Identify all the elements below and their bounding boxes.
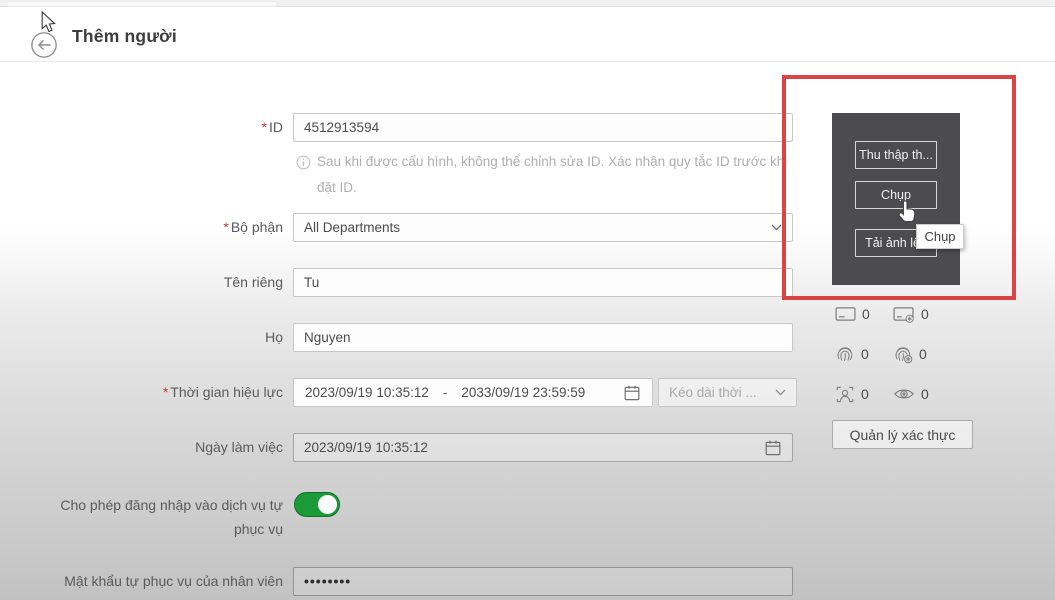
chevron-down-icon (775, 389, 786, 396)
fingerprint-count: 0 (861, 346, 869, 362)
validity-label: * Thời gian hiệu lực (162, 384, 283, 400)
fingerprint-badge-icon (895, 347, 913, 364)
card-count: 0 (862, 306, 870, 322)
top-edge-strip-segment (6, 1, 278, 7)
page-title: Thêm người (72, 26, 177, 46)
capture-tooltip: Chụp (916, 224, 964, 249)
collect-info-button[interactable]: Thu thập th... (855, 141, 937, 169)
fingerprint-badge-count: 0 (919, 346, 927, 362)
password-field[interactable]: •••••••• (293, 567, 793, 596)
department-value: All Departments (304, 220, 401, 235)
id-hint: Sau khi được cấu hình, không thể chỉnh s… (296, 149, 801, 201)
fingerprint-icon (837, 347, 853, 361)
info-icon (296, 155, 311, 170)
card-badge-credential: 0 (893, 306, 963, 323)
toggle-knob (318, 495, 337, 514)
card-badge-count: 0 (921, 306, 929, 322)
validity-end: 2033/09/19 23:59:59 (461, 385, 586, 400)
face-count: 0 (861, 386, 869, 402)
required-mark: * (162, 384, 169, 400)
capture-button[interactable]: Chụp (855, 181, 937, 209)
calendar-icon[interactable] (623, 384, 641, 402)
validity-separator: - (442, 385, 448, 400)
top-edge-strip (0, 0, 1055, 7)
face-capture-icon (836, 386, 854, 402)
card-badge-icon (893, 306, 914, 323)
face-credential: 0 (835, 385, 893, 404)
required-mark: * (261, 119, 267, 135)
department-select[interactable]: All Departments (293, 213, 793, 242)
hire-date-value: 2023/09/19 10:35:12 (304, 440, 428, 455)
department-label: * Bộ phận (223, 219, 283, 235)
photo-capture-panel: Thu thập th... Chụp Tải ảnh lên (832, 113, 960, 285)
fingerprint-badge-credential: 0 (893, 344, 963, 364)
hire-date-label: Ngày làm việc (195, 439, 283, 455)
extend-validity-placeholder: Kéo dài thời ... (669, 385, 757, 400)
last-name-label: Họ (265, 329, 283, 345)
hire-date-field[interactable]: 2023/09/19 10:35:12 (293, 433, 793, 462)
validity-start: 2023/09/19 10:35:12 (305, 385, 429, 400)
add-person-page: Thêm người *ID Sau khi được cấu hình, kh… (0, 0, 1055, 600)
first-name-input[interactable] (293, 268, 793, 297)
self-service-toggle[interactable] (294, 492, 340, 517)
required-mark: * (223, 219, 229, 235)
calendar-icon[interactable] (764, 439, 782, 457)
credentials-grid: 0 0 0 0 0 0 (835, 294, 963, 414)
card-credential: 0 (835, 306, 893, 322)
first-name-label: Tên riêng (223, 274, 283, 290)
password-label: Mật khẩu tự phục vụ của nhân viên (64, 573, 283, 589)
eye-credential: 0 (893, 386, 963, 402)
eye-count: 0 (921, 386, 929, 402)
id-input[interactable] (293, 113, 793, 142)
page-header: Thêm người (0, 8, 1055, 62)
manage-auth-button[interactable]: Quản lý xác thực (832, 420, 973, 449)
chevron-down-icon (771, 224, 782, 231)
id-hint-text: Sau khi được cấu hình, không thể chỉnh s… (317, 154, 788, 195)
extend-validity-select[interactable]: Kéo dài thời ... (658, 378, 797, 407)
validity-range-field[interactable]: 2023/09/19 10:35:12 - 2033/09/19 23:59:5… (293, 378, 653, 407)
card-icon (835, 307, 856, 321)
eye-icon (894, 389, 914, 399)
id-label: * ID (261, 119, 283, 135)
self-service-label: Cho phép đăng nhập vào dịch vụ tự phục vụ (60, 497, 283, 537)
back-arrow-icon (31, 32, 57, 58)
fingerprint-credential: 0 (835, 344, 893, 364)
last-name-input[interactable] (293, 323, 793, 352)
back-button[interactable] (30, 31, 58, 59)
